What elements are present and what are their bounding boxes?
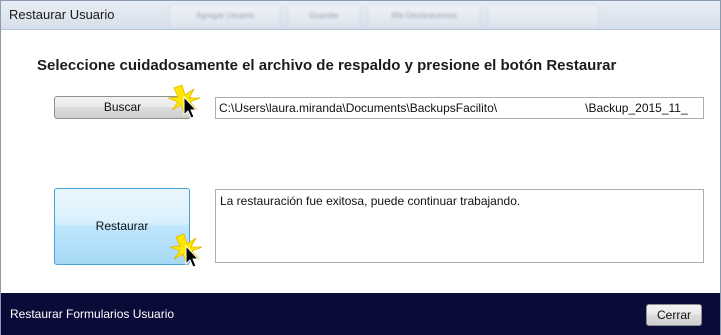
background-tab: Mis Declaraciones	[367, 4, 481, 28]
dialog-body: Seleccione cuidadosamente el archivo de …	[1, 30, 720, 270]
title-bar: Agregar Usuario Guardar Mis Declaracione…	[1, 1, 720, 30]
instruction-heading: Seleccione cuidadosamente el archivo de …	[37, 57, 617, 74]
redacted-segment	[497, 101, 586, 115]
backup-path-field[interactable]: C:\Users\laura.miranda\Documents\Backups…	[215, 97, 704, 119]
background-tab-label: Guardar	[309, 11, 339, 20]
background-tab: Agregar Usuario	[169, 4, 281, 28]
cerrar-button[interactable]: Cerrar	[646, 304, 702, 326]
restaurar-usuario-window: Agregar Usuario Guardar Mis Declaracione…	[0, 0, 721, 335]
window-title: Restaurar Usuario	[9, 7, 115, 22]
footer-bar: Restaurar Formularios Usuario Cerrar	[1, 293, 720, 335]
background-tab-label: Agregar Usuario	[195, 11, 255, 20]
background-tab-label: Mis Declaraciones	[391, 11, 457, 20]
path-suffix: \Backup_2015_11_	[585, 101, 688, 115]
background-tab: Guardar	[287, 4, 361, 28]
click-highlight-cursor-icon	[170, 233, 203, 268]
footer-label: Restaurar Formularios Usuario	[10, 307, 175, 321]
result-message-box: La restauración fue exitosa, puede conti…	[215, 189, 704, 263]
click-highlight-cursor-icon	[168, 84, 201, 119]
path-prefix: C:\Users\laura.miranda\Documents\Backups…	[219, 101, 498, 115]
background-tab	[487, 4, 599, 28]
